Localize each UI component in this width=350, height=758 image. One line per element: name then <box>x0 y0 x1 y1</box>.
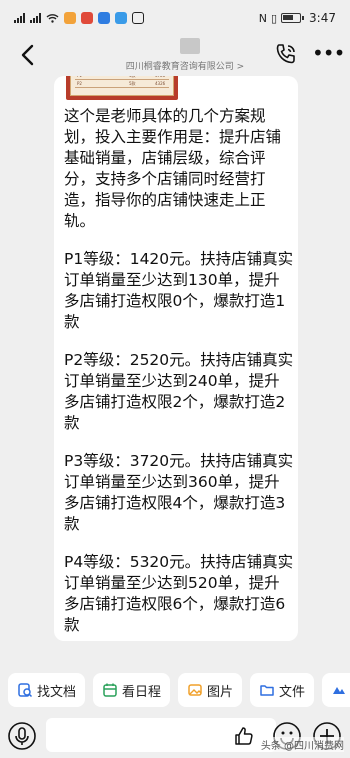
file-button[interactable]: 文件 <box>250 673 315 707</box>
table-cell: P1 <box>77 76 82 78</box>
quick-actions-bar: 找文档 看日程 图片 文件 更多 <box>0 673 350 707</box>
chip-label: 看日程 <box>122 684 162 700</box>
more-button[interactable]: ••• <box>312 42 345 68</box>
back-button[interactable] <box>12 40 42 70</box>
chat-header: 四川桐睿教育咨询有限公司 > ••• <box>0 36 350 76</box>
chip-label: 图片 <box>207 684 234 700</box>
nfc-icon: N <box>258 11 267 25</box>
status-left <box>14 12 144 24</box>
image-button[interactable]: 图片 <box>178 673 243 707</box>
battery-icon <box>281 13 305 23</box>
message-input[interactable] <box>46 718 276 752</box>
document-image-thumbnail[interactable]: P1 4款 3726 P2 5款 4326 <box>66 76 178 100</box>
chip-label: 文件 <box>279 684 306 700</box>
calendar-icon <box>103 683 117 697</box>
app-notification-icon <box>115 12 127 24</box>
app-notification-icon <box>132 12 144 24</box>
contact-name-redacted <box>180 38 200 54</box>
message-paragraph: P4等级：5320元。扶持店铺真实订单销量至少达到520单，提升多店铺打造权限6… <box>64 553 294 634</box>
clock: 3:47 <box>309 11 336 25</box>
message-paragraph: P3等级：3720元。扶持店铺真实订单销量至少达到360单，提升多店铺打造权限4… <box>64 452 294 533</box>
chat-title[interactable]: 四川桐睿教育咨询有限公司 > <box>120 38 260 72</box>
message-text: 这个是老师具体的几个方案规划，投入主要作用是：提升店铺基础销量，店铺层级，综合评… <box>64 106 294 636</box>
wifi-icon <box>46 14 59 23</box>
find-document-icon <box>18 683 33 698</box>
table-cell: P2 <box>77 81 82 86</box>
table-cell: 5款 <box>129 81 136 86</box>
more-dots-icon: ••• <box>312 41 345 65</box>
more-apps-button[interactable]: 更多 <box>322 673 350 707</box>
thumbs-up-icon[interactable] <box>234 726 254 746</box>
message-paragraph: P2等级：2520元。扶持店铺真实订单销量至少达到240单，提升多店铺打造权限2… <box>64 351 294 432</box>
status-bar: N ▯ 3:47 <box>0 0 350 36</box>
app-notification-icon <box>81 12 93 24</box>
call-button[interactable] <box>274 42 300 68</box>
input-bar: 头条 @四川消费网 <box>0 712 350 758</box>
voice-icon <box>8 722 36 750</box>
message-paragraph: 这个是老师具体的几个方案规划，投入主要作用是：提升店铺基础销量，店铺层级，综合评… <box>64 107 282 230</box>
table-line <box>75 79 169 80</box>
file-icon <box>260 685 274 696</box>
table-cell: 3726 <box>155 76 165 78</box>
more-apps-icon <box>333 687 346 694</box>
app-notification-icon <box>64 12 76 24</box>
app-notification-icon <box>98 12 110 24</box>
status-right: N ▯ 3:47 <box>259 11 336 25</box>
chip-label: 找文档 <box>37 684 77 700</box>
find-document-button[interactable]: 找文档 <box>8 673 86 707</box>
signal-icon <box>30 13 41 23</box>
message-paragraph: P1等级：1420元。扶持店铺真实订单销量至少达到130单，提升多店铺打造权限0… <box>64 250 294 331</box>
image-icon <box>188 684 202 696</box>
table-cell: 4款 <box>129 76 136 79</box>
table-line <box>75 87 169 88</box>
watermark: 头条 @四川消费网 <box>260 737 344 752</box>
vibrate-icon: ▯ <box>270 11 278 25</box>
phone-call-icon <box>276 44 295 64</box>
signal-icon <box>14 13 25 23</box>
message-bubble[interactable]: P1 4款 3726 P2 5款 4326 这个是老师具体的几个方案规划，投入主… <box>54 76 298 641</box>
back-chevron-icon <box>21 44 34 66</box>
voice-button[interactable] <box>7 721 37 751</box>
table-cell: 4326 <box>155 81 166 86</box>
view-schedule-button[interactable]: 看日程 <box>93 673 171 707</box>
document-image-inner: P1 4款 3726 P2 5款 4326 <box>70 76 174 96</box>
company-subtitle[interactable]: 四川桐睿教育咨询有限公司 > <box>110 59 260 72</box>
